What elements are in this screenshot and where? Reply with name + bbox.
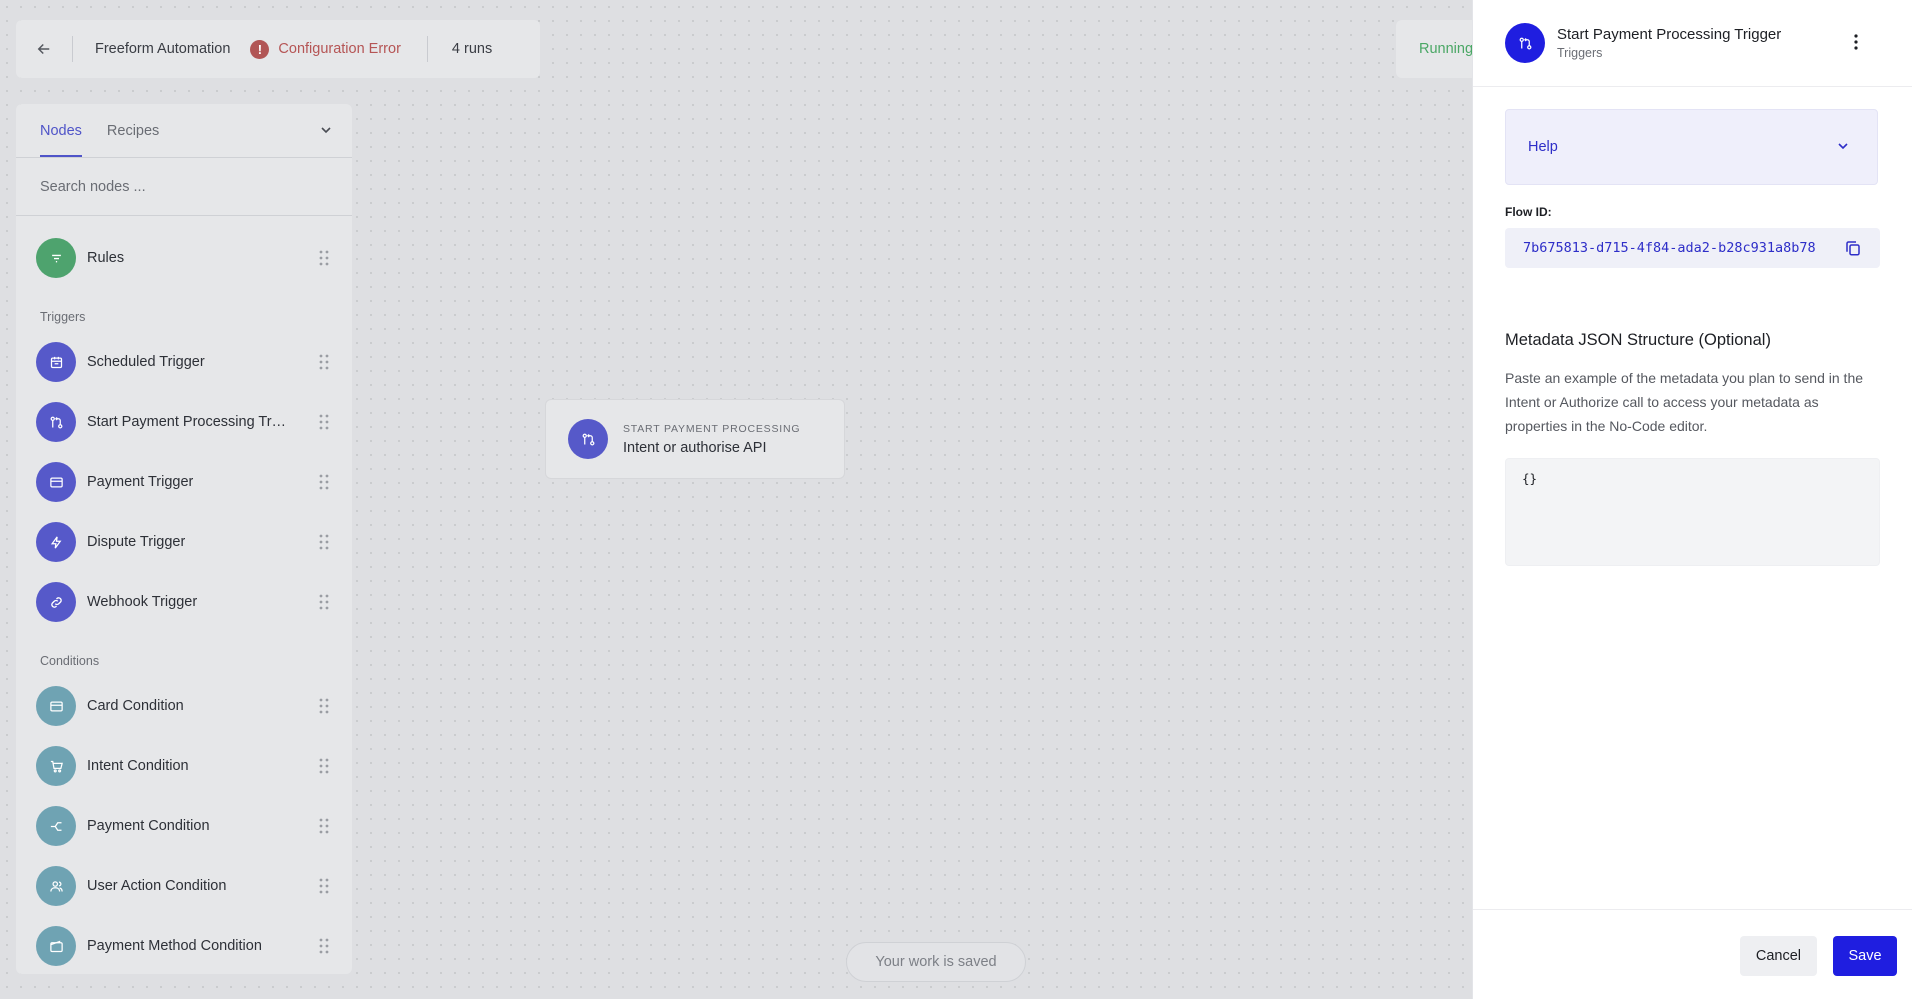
node-label: User Action Condition	[87, 878, 227, 894]
workflow-title[interactable]: Freeform Automation	[73, 41, 250, 57]
metadata-description: Paste an example of the metadata you pla…	[1505, 370, 1864, 434]
node-item-webhook-trigger[interactable]: Webhook Trigger	[16, 572, 352, 632]
drag-handle-icon[interactable]	[319, 250, 329, 271]
workflow-header: Freeform Automation ! Configuration Erro…	[16, 20, 540, 78]
canvas-node-start-payment-processing[interactable]: START PAYMENT PROCESSING Intent or autho…	[545, 399, 845, 479]
search-input[interactable]	[40, 178, 320, 195]
drag-handle-icon[interactable]	[319, 698, 329, 719]
help-accordion[interactable]: Help	[1505, 109, 1878, 185]
node-label: Payment Condition	[87, 818, 210, 834]
tab-nodes[interactable]: Nodes	[40, 123, 82, 157]
save-button[interactable]: Save	[1833, 936, 1897, 976]
node-label: Intent Condition	[87, 758, 189, 774]
drawer-titles: Start Payment Processing Trigger Trigger…	[1557, 26, 1781, 60]
bolt-icon	[36, 522, 76, 562]
drag-handle-icon[interactable]	[319, 354, 329, 375]
metadata-json-editor[interactable]: {}	[1505, 458, 1880, 566]
drag-handle-icon[interactable]	[319, 878, 329, 899]
drag-handle-icon[interactable]	[319, 534, 329, 555]
node-item-user-action-condition[interactable]: User Action Condition	[16, 856, 352, 916]
metadata-heading: Metadata JSON Structure (Optional)	[1505, 331, 1771, 349]
card-icon	[36, 686, 76, 726]
section-heading-triggers: Triggers	[40, 310, 86, 324]
node-list: Rules Triggers Scheduled Trigger Start P…	[16, 216, 352, 974]
help-label: Help	[1528, 139, 1558, 155]
node-label: Scheduled Trigger	[87, 354, 205, 370]
section-heading-conditions: Conditions	[40, 654, 100, 668]
tab-recipes[interactable]: Recipes	[107, 123, 159, 157]
node-item-rules[interactable]: Rules	[16, 228, 352, 288]
cancel-button[interactable]: Cancel	[1739, 936, 1817, 976]
arrow-left-icon	[37, 43, 50, 55]
node-item-payment-trigger[interactable]: Payment Trigger	[16, 452, 352, 512]
split-icon	[36, 806, 76, 846]
users-icon	[36, 866, 76, 906]
node-label: Rules	[87, 250, 125, 266]
git-pull-icon	[36, 402, 76, 442]
drag-handle-icon[interactable]	[319, 414, 329, 435]
card-icon	[36, 462, 76, 502]
drag-handle-icon[interactable]	[319, 758, 329, 779]
more-options-icon[interactable]	[1844, 30, 1868, 54]
node-item-scheduled-trigger[interactable]: Scheduled Trigger	[16, 332, 352, 392]
calendar-icon	[36, 342, 76, 382]
error-label: Configuration Error	[278, 41, 401, 57]
drag-handle-icon[interactable]	[319, 594, 329, 615]
drawer-subtitle: Triggers	[1557, 46, 1603, 60]
copy-icon[interactable]	[1844, 239, 1862, 261]
node-label: Webhook Trigger	[87, 594, 198, 610]
back-button[interactable]	[16, 20, 72, 78]
error-icon: !	[250, 39, 270, 59]
node-settings-drawer: Start Payment Processing Trigger Trigger…	[1472, 0, 1912, 999]
canvas-node-text: START PAYMENT PROCESSING Intent or autho…	[623, 423, 803, 456]
node-label: Dispute Trigger	[87, 534, 186, 550]
canvas-node-title: Intent or authorise API	[623, 439, 767, 456]
link-icon	[36, 582, 76, 622]
filter-icon	[36, 238, 76, 278]
node-item-payment-method-condition[interactable]: Payment Method Condition	[16, 916, 352, 974]
git-pull-icon	[1505, 23, 1545, 63]
drag-handle-icon[interactable]	[319, 938, 329, 959]
configuration-error-status[interactable]: ! Configuration Error	[250, 39, 427, 59]
chevron-down-icon[interactable]	[318, 122, 334, 143]
node-item-start-payment-processing-trigger[interactable]: Start Payment Processing Trigger	[16, 392, 352, 452]
search-bar	[16, 158, 352, 216]
node-label: Payment Method Condition	[87, 938, 262, 954]
wallet-icon	[36, 926, 76, 966]
panel-tabs: Nodes Recipes	[16, 104, 352, 158]
node-item-dispute-trigger[interactable]: Dispute Trigger	[16, 512, 352, 572]
drawer-header: Start Payment Processing Trigger Trigger…	[1473, 0, 1912, 87]
chevron-down-icon	[1835, 138, 1851, 158]
save-status-pill: Your work is saved	[846, 942, 1026, 982]
node-item-payment-condition[interactable]: Payment Condition	[16, 796, 352, 856]
cart-icon	[36, 746, 76, 786]
drawer-footer: Cancel Save	[1473, 909, 1912, 999]
git-pull-icon	[568, 419, 608, 459]
drag-handle-icon[interactable]	[319, 474, 329, 495]
node-label: Payment Trigger	[87, 474, 194, 490]
drag-handle-icon[interactable]	[319, 818, 329, 839]
node-label: Card Condition	[87, 698, 184, 714]
node-label: Start Payment Processing Trigger	[87, 414, 287, 430]
runs-count[interactable]: 4 runs	[428, 41, 492, 57]
flow-id-value: 7b675813-d715-4f84-ada2-b28c931a8b78	[1523, 240, 1816, 256]
flow-id-label: Flow ID:	[1505, 205, 1552, 219]
node-library-panel: Nodes Recipes Rules Triggers Scheduled T…	[16, 104, 352, 974]
canvas-node-kicker: START PAYMENT PROCESSING	[623, 422, 801, 435]
node-item-card-condition[interactable]: Card Condition	[16, 676, 352, 736]
flow-id-field[interactable]: 7b675813-d715-4f84-ada2-b28c931a8b78	[1505, 228, 1880, 268]
node-item-intent-condition[interactable]: Intent Condition	[16, 736, 352, 796]
drawer-title: Start Payment Processing Trigger	[1557, 26, 1782, 43]
